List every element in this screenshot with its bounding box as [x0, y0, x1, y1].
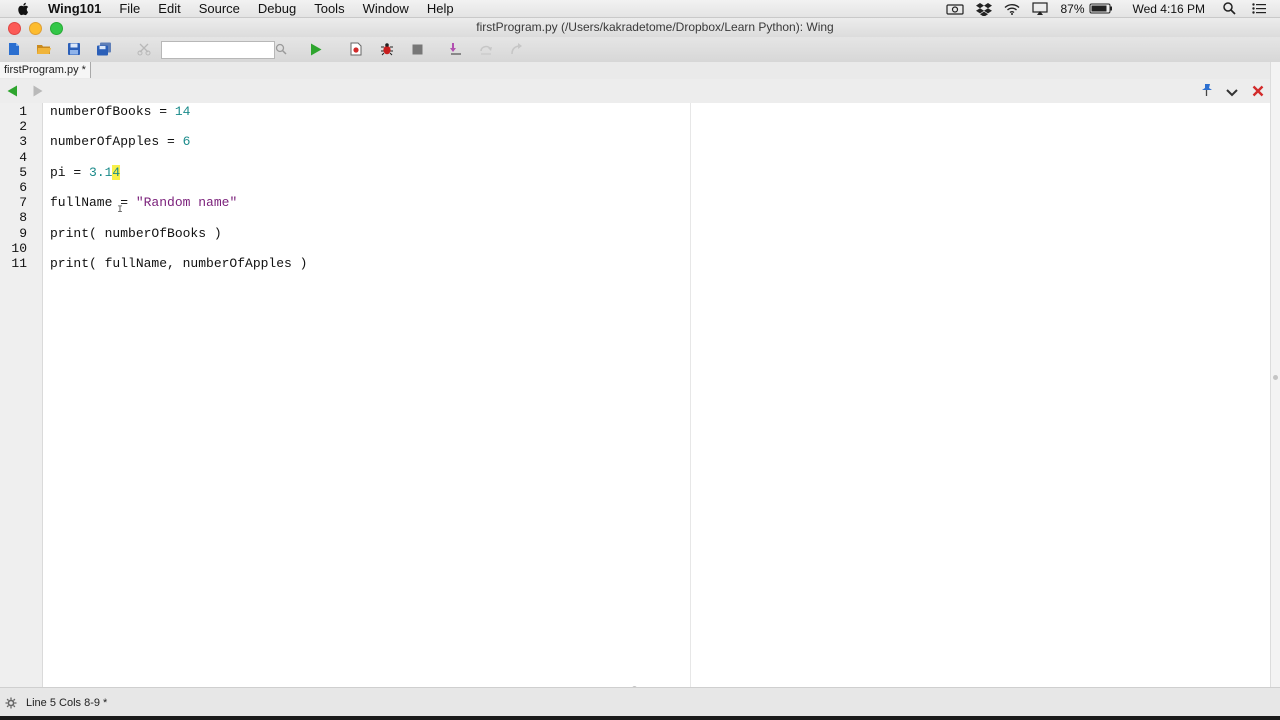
step-out-icon[interactable]	[507, 40, 525, 58]
line-number: 3	[19, 134, 27, 150]
debug-bug-icon[interactable]	[378, 40, 396, 58]
dropbox-icon[interactable]	[976, 2, 993, 16]
line-number: 6	[19, 180, 27, 195]
code-line[interactable]: fullName = "Random name"	[50, 195, 237, 210]
menu-tools[interactable]: Tools	[314, 0, 344, 17]
search-icon[interactable]	[272, 40, 290, 58]
window-titlebar: firstProgram.py (/Users/kakradetome/Drop…	[0, 18, 1280, 37]
line-number: 7	[19, 195, 27, 211]
step-into-icon[interactable]	[447, 40, 465, 58]
code-editor[interactable]: numberOfBooks = 14 numberOfApples = 6 pi =…	[0, 103, 1270, 687]
menu-edit[interactable]: Edit	[158, 0, 180, 17]
step-over-icon[interactable]	[477, 40, 495, 58]
run-icon[interactable]	[307, 40, 325, 58]
spotlight-search-icon[interactable]	[1223, 2, 1236, 15]
code-line[interactable]: pi = 3.14	[50, 164, 121, 180]
menu-source[interactable]: Source	[199, 0, 240, 17]
cut-icon[interactable]	[135, 40, 153, 58]
forward-arrow-icon[interactable]	[33, 84, 43, 102]
apple-icon[interactable]	[16, 1, 32, 17]
toolbar-search-input[interactable]	[161, 41, 275, 59]
window-title: firstProgram.py (/Users/kakradetome/Drop…	[476, 20, 834, 34]
clock[interactable]: Wed 4:16 PM	[1133, 2, 1205, 16]
save-all-icon[interactable]	[95, 40, 113, 58]
code-token: 14	[174, 104, 191, 119]
save-icon[interactable]	[65, 40, 83, 58]
code-token: 6	[182, 134, 191, 150]
screen-bottom-edge	[0, 716, 1280, 720]
close-editor-icon[interactable]	[1252, 84, 1264, 102]
airplay-icon[interactable]	[1032, 2, 1049, 15]
code-line[interactable]: numberOfBooks = 14	[50, 104, 190, 119]
code-token: numberOfApples =	[50, 134, 183, 150]
cursor-position-status: Line 5 Cols 8-9 *	[26, 697, 108, 709]
menu-window[interactable]: Window	[363, 0, 409, 17]
battery-icon[interactable]	[1089, 3, 1113, 14]
status-bar: Line 5 Cols 8-9 *	[0, 687, 1280, 717]
editor-nav-row	[0, 79, 1280, 103]
pin-icon[interactable]	[1200, 83, 1213, 102]
set-breakpoint-icon[interactable]	[347, 40, 365, 58]
code-line[interactable]: numberOfApples = 6	[50, 134, 190, 149]
menubar-status-area: 87% Wed 4:16 PM	[946, 0, 1280, 17]
scroll-thumb[interactable]	[1273, 375, 1278, 380]
code-token: print( fullName, numberOfApples )	[50, 256, 308, 271]
line-number: 10	[11, 240, 27, 256]
gear-icon[interactable]	[5, 697, 17, 712]
menu-file[interactable]: File	[119, 0, 140, 17]
line-number: 9	[19, 225, 27, 241]
line-number: 1	[19, 104, 27, 119]
column-guide	[690, 103, 691, 687]
text-cursor-icon: I	[117, 205, 124, 216]
code-token: "Random name"	[135, 195, 238, 211]
back-arrow-icon[interactable]	[7, 84, 18, 102]
menu-app-name[interactable]: Wing101	[48, 0, 101, 17]
code-token: 3.1	[89, 164, 113, 180]
wifi-icon[interactable]	[1004, 3, 1020, 15]
code-token: pi =	[50, 164, 90, 180]
mac-menubar: Wing101 File Edit Source Debug Tools Win…	[0, 0, 1280, 18]
main-toolbar	[0, 37, 1280, 63]
tab-firstprogram[interactable]: firstProgram.py *	[0, 62, 91, 78]
chevron-down-icon[interactable]	[1226, 85, 1238, 103]
code-line[interactable]: print( numberOfBooks )	[50, 226, 222, 241]
editor-tab-bar: firstProgram.py *	[0, 62, 1280, 80]
notification-center-icon[interactable]	[1252, 3, 1266, 14]
selection-highlight: 4	[112, 164, 121, 180]
open-folder-icon[interactable]	[35, 40, 53, 58]
line-number: 8	[19, 210, 27, 226]
code-line[interactable]: print( fullName, numberOfApples )	[50, 256, 307, 271]
line-number: 11	[11, 256, 27, 271]
line-number: 5	[19, 164, 27, 180]
line-number: 4	[19, 149, 27, 165]
battery-percent: 87%	[1060, 1, 1085, 16]
vertical-scrollbar[interactable]	[1270, 62, 1280, 687]
code-token: numberOfBooks =	[50, 104, 175, 119]
camera-icon[interactable]	[946, 3, 965, 15]
menu-help[interactable]: Help	[427, 0, 454, 17]
new-file-icon[interactable]	[5, 40, 23, 58]
stop-icon[interactable]	[408, 40, 426, 58]
code-token: print( numberOfBooks )	[50, 225, 222, 241]
menu-debug[interactable]: Debug	[258, 0, 296, 17]
line-number: 2	[19, 119, 27, 135]
